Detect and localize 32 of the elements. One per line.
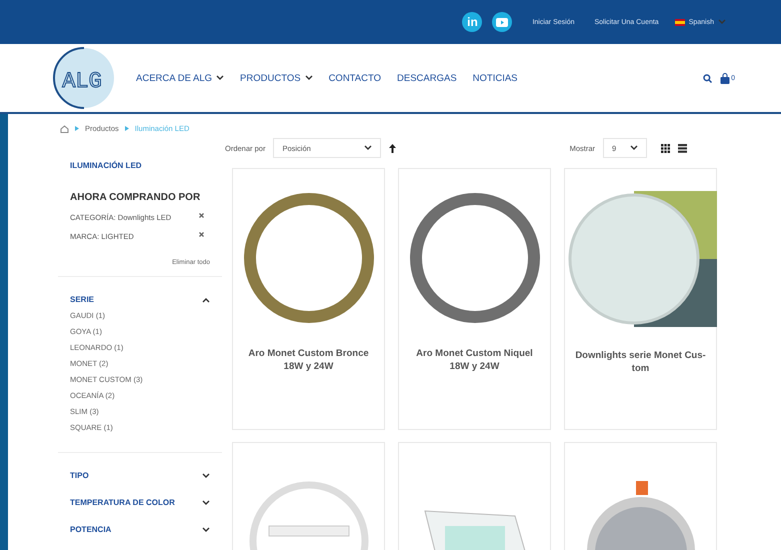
nav-link[interactable]: NOTICIAS (472, 72, 518, 84)
nav-link[interactable]: ACERCA DE ALG (136, 72, 224, 84)
product-name[interactable]: Aro Monet Custom Bronce 18W y 24W (233, 347, 384, 374)
arrow-up-icon[interactable] (389, 144, 396, 152)
remove-filter-icon[interactable] (199, 213, 204, 218)
video-play-icon[interactable] (492, 12, 512, 32)
breadcrumb-arrow-icon (124, 126, 129, 131)
product-card[interactable]: Aro Monet Custom Bronce 18W y 24W (232, 168, 385, 430)
product-card[interactable]: Downlights serie Monet Cus-tom (564, 168, 717, 430)
chevron-down-icon (718, 19, 726, 25)
filter-group-header[interactable]: TEMPERATURA DE COLOR (70, 498, 210, 507)
filters-heading: AHORA COMPRANDO POR (70, 192, 202, 203)
filter-group-header[interactable]: SERIE (70, 295, 210, 304)
filter-group-header[interactable]: POTENCIA (70, 525, 210, 534)
nav-link[interactable]: PRODUCTOS (240, 72, 313, 84)
nav-link[interactable]: DESCARGAS (397, 72, 457, 84)
flag-icon (674, 18, 685, 26)
chevron-down-icon (630, 145, 638, 151)
breadcrumb-arrow-icon (75, 126, 79, 131)
product-name[interactable]: Downlights serie Monet Cus-tom (565, 349, 716, 376)
product-name[interactable]: Aro Monet Custom Niquel 18W y 24W (399, 347, 550, 374)
chevron-down-icon (364, 145, 372, 151)
list-view-icon[interactable] (678, 144, 687, 152)
product-card[interactable]: Aro Monet Custom Niquel 18W y 24W (398, 168, 551, 430)
nav-link[interactable]: CONTACTO (328, 72, 381, 84)
search-icon[interactable] (703, 74, 712, 82)
shopping-bag-icon[interactable] (720, 72, 730, 84)
remove-filter-icon[interactable] (199, 232, 204, 237)
home-icon[interactable] (60, 124, 69, 132)
filter-group-header[interactable]: TIPO (70, 471, 210, 480)
category-title: ILUMINACIÓN LED (70, 161, 143, 170)
grid-view-icon[interactable] (661, 144, 670, 152)
